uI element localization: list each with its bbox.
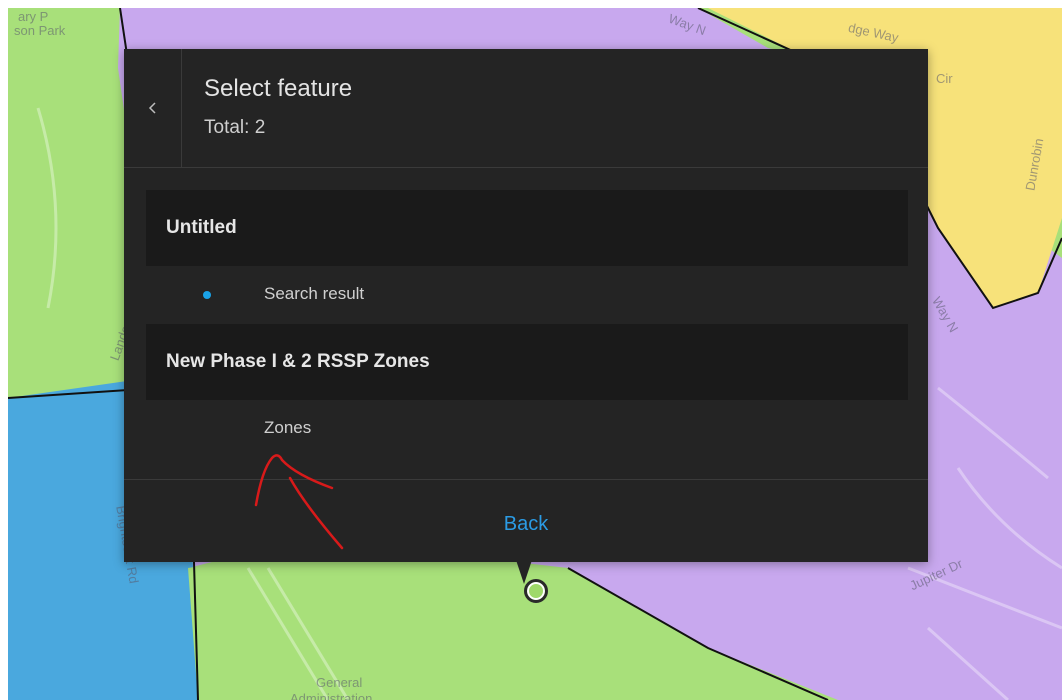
feature-label: Search result [264,284,365,303]
map-label: General [316,675,363,690]
screen: ary P son Park Way N dge Way Cir Dunrobi… [0,0,1062,700]
marker-dot-icon [203,291,211,299]
back-button[interactable]: Back [124,480,928,563]
layer-group-name: Untitled [166,217,237,238]
map-label: Administration [290,691,373,700]
back-chevron-button[interactable] [124,49,182,167]
select-feature-popup: Select feature Total: 2 Untitled Search … [124,49,928,562]
map-label: Cir [936,71,953,86]
popup-footer: Back [124,479,928,563]
feature-item-search-result[interactable]: Search result [146,266,908,324]
feature-label: Zones [264,418,312,437]
popup-total-count: Total: 2 [204,117,266,138]
location-marker-icon[interactable] [524,579,548,603]
chevron-left-icon [148,102,156,114]
layer-group-name: New Phase I & 2 RSSP Zones [166,351,430,372]
map-label: son Park [14,23,66,38]
layer-group-header: Untitled [146,190,908,266]
layer-group-header: New Phase I & 2 RSSP Zones [146,324,908,400]
map-label: ary P [18,9,49,24]
feature-item-zones[interactable]: Zones [146,404,908,462]
popup-header: Select feature Total: 2 [124,49,928,168]
popup-title: Select feature [204,75,353,102]
